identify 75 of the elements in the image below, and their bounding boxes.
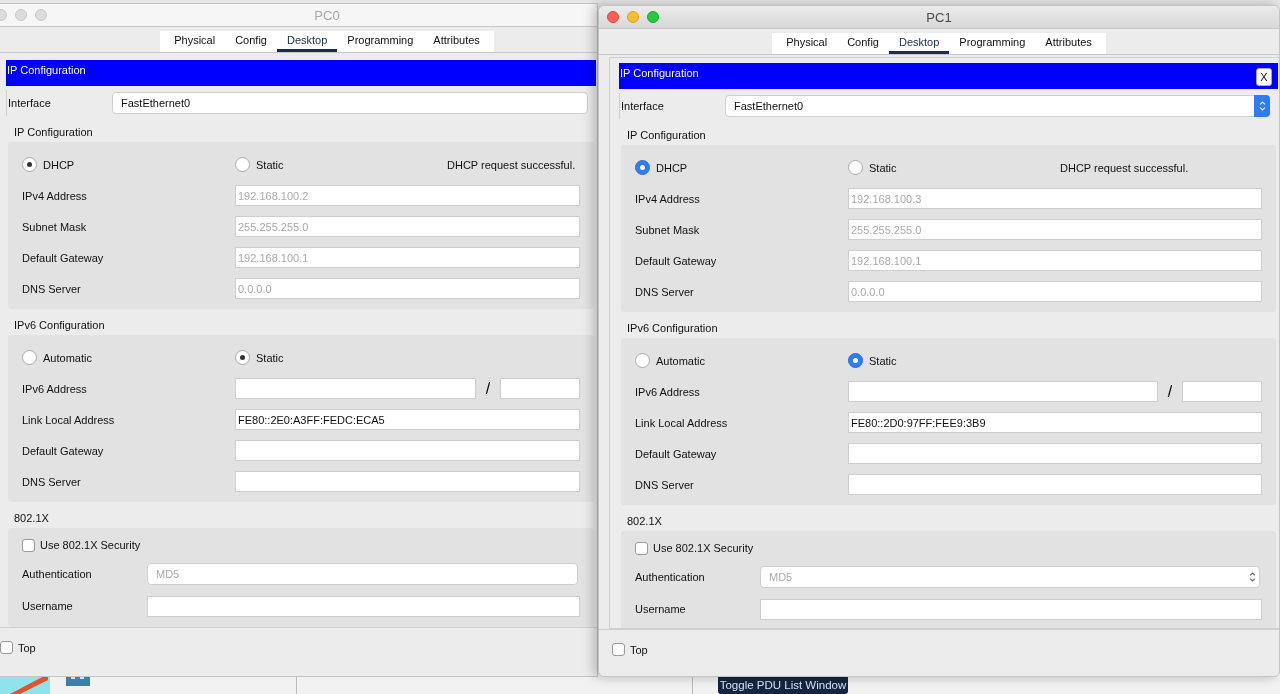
checkbox[interactable] (635, 541, 648, 555)
field-label: Default Gateway (635, 254, 718, 267)
panel-title: IP Configuration (620, 67, 699, 79)
field-label: Default Gateway (22, 251, 105, 264)
checkbox-label: Use 802.1X Security (653, 542, 754, 554)
radio-label: Automatic (43, 351, 92, 364)
field-label: Authentication (22, 568, 93, 580)
status-message: DHCP request successful. (447, 158, 577, 171)
tab[interactable]: Programming (949, 33, 1036, 54)
close-window-icon[interactable] (607, 11, 619, 23)
input-field[interactable] (760, 598, 1262, 620)
minimize-window-icon[interactable] (627, 11, 639, 23)
zoom-window-icon[interactable] (647, 11, 659, 23)
radio-button[interactable] (635, 353, 650, 368)
input-field[interactable] (848, 443, 1262, 464)
field-label: IPv6 Address (22, 382, 88, 395)
tab[interactable]: Desktop (888, 33, 950, 54)
tab[interactable]: Config (837, 33, 889, 54)
radio-label: Static (256, 351, 284, 364)
field-label: Link Local Address (635, 416, 729, 429)
radio-button[interactable] (848, 160, 863, 175)
input-field[interactable] (848, 381, 1158, 402)
field-label: Link Local Address (22, 413, 116, 426)
field-label: Authentication (635, 571, 706, 583)
radio-label: DHCP (656, 161, 688, 174)
field-label: IPv4 Address (635, 192, 701, 205)
field-label: IPv4 Address (22, 189, 88, 202)
section-title: IP Configuration (13, 125, 93, 140)
radio-label: Static (869, 161, 897, 174)
input-field[interactable]: FE80::2D0:97FF:FEE9:3B9 (848, 412, 1262, 433)
separator-text: / (1166, 382, 1174, 401)
radio-label: Automatic (656, 354, 705, 367)
field-label: IPv6 Address (635, 385, 701, 398)
radio-label: Static (869, 354, 897, 367)
field-label: Interface (8, 97, 52, 109)
field-label: DNS Server (22, 282, 82, 295)
section-title: 802.1X (13, 511, 49, 526)
window-title: PC1 (926, 9, 952, 25)
field-label: DNS Server (635, 285, 695, 298)
field-label: Interface (621, 100, 665, 112)
section-title: 802.1X (626, 514, 662, 529)
checkbox-label: Top (630, 643, 648, 656)
checkbox-label: Use 802.1X Security (40, 539, 141, 551)
checkbox[interactable] (612, 643, 625, 656)
field-label: DNS Server (635, 478, 695, 491)
field-label: Default Gateway (635, 447, 718, 460)
radio-button[interactable] (848, 353, 863, 368)
interface-select[interactable]: FastEthernet0 (725, 95, 1270, 117)
separator-text: / (484, 379, 492, 398)
panel-title: IP Configuration (7, 64, 86, 76)
input-field[interactable] (848, 474, 1262, 495)
status-message: DHCP request successful. (1060, 161, 1190, 174)
tab[interactable]: Config (225, 31, 277, 52)
section-title: IPv6 Configuration (13, 318, 105, 333)
tab[interactable]: Desktop (276, 31, 338, 52)
radio-button[interactable] (635, 160, 650, 175)
tab[interactable]: Physical (164, 31, 226, 52)
tab[interactable]: Physical (776, 33, 838, 54)
field-label: Subnet Mask (635, 223, 701, 236)
field-label: Username (22, 600, 74, 612)
prefix-field[interactable] (1182, 381, 1262, 402)
radio-label: DHCP (43, 158, 75, 171)
section-title: IPv6 Configuration (626, 321, 718, 336)
checkbox-label: Top (18, 641, 36, 654)
tab[interactable]: Attributes (1035, 33, 1102, 54)
radio-label: Static (256, 158, 284, 171)
field-label: Username (635, 603, 687, 615)
tab[interactable]: Attributes (423, 31, 490, 52)
field-label: Subnet Mask (22, 220, 88, 233)
tab[interactable]: Programming (337, 31, 424, 52)
close-button[interactable]: X (1256, 68, 1272, 86)
field-label: DNS Server (22, 475, 82, 488)
field-label: Default Gateway (22, 444, 105, 457)
section-title: IP Configuration (626, 128, 706, 143)
window-title: PC0 (314, 7, 340, 23)
